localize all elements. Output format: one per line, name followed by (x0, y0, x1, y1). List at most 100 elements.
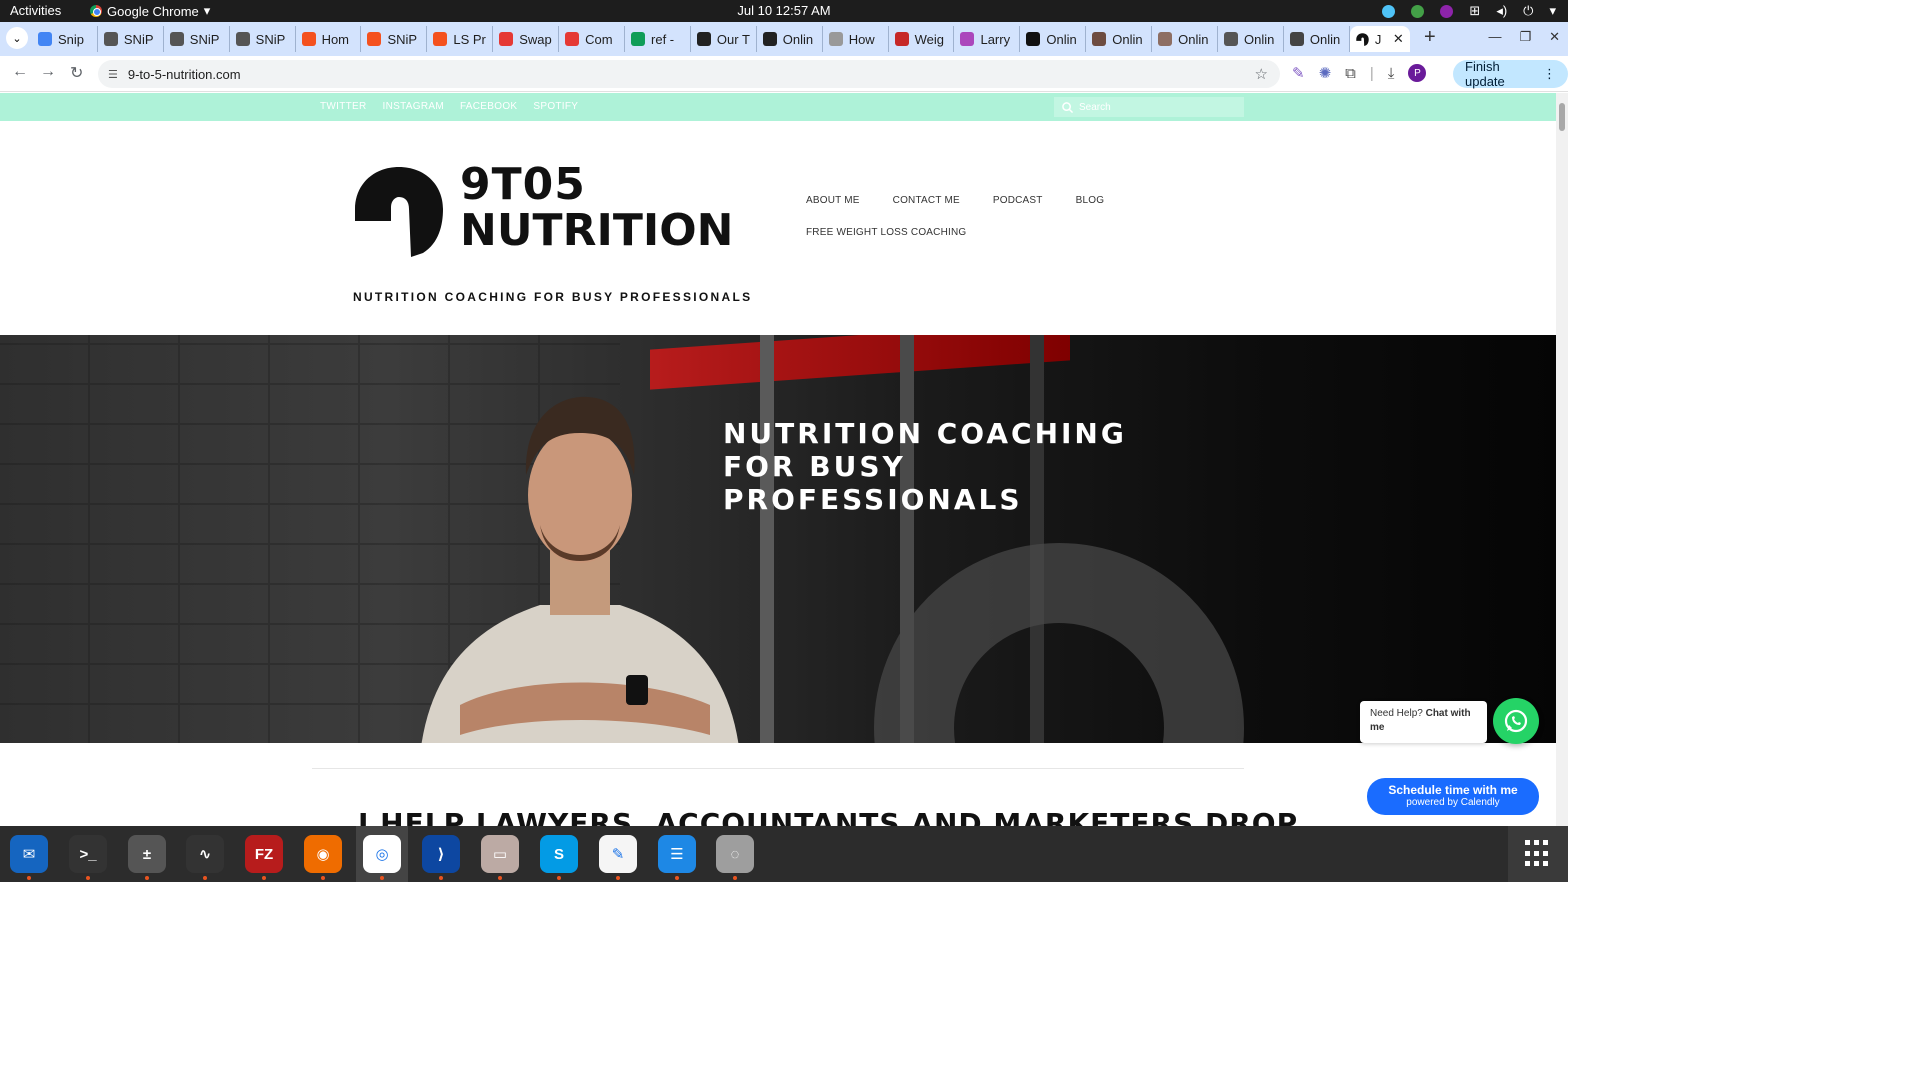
top-strip: TWITTER INSTAGRAM FACEBOOK SPOTIFY Search (0, 93, 1556, 121)
clock[interactable]: Jul 10 12:57 AM (0, 3, 1568, 18)
site-info-icon[interactable]: ☰ (108, 68, 118, 81)
tab-favicon-icon (38, 32, 52, 46)
firefox-icon[interactable]: ◉ (304, 835, 342, 880)
running-indicator (262, 876, 266, 880)
browser-tab[interactable]: Swap (493, 26, 560, 52)
restore-icon[interactable]: ❐ (1519, 29, 1531, 45)
social-link-facebook[interactable]: FACEBOOK (460, 101, 517, 112)
social-link-twitter[interactable]: TWITTER (320, 101, 367, 112)
browser-tab[interactable]: Weig (889, 26, 955, 52)
filezilla-icon[interactable]: FZ (245, 835, 283, 880)
chrome-icon[interactable]: ◎ (363, 835, 401, 880)
browser-tab[interactable]: LS Pr (427, 26, 494, 52)
gear-extension-icon[interactable]: ✺ (1319, 64, 1332, 82)
site-logo-mark[interactable] (353, 165, 445, 257)
browser-tab[interactable]: Onlin (1152, 26, 1219, 52)
nav-link-contact-me[interactable]: CONTACT ME (893, 195, 960, 206)
sync-icon[interactable] (1382, 4, 1396, 18)
browser-tab[interactable]: Com (559, 26, 626, 52)
site-search-input[interactable]: Search (1054, 97, 1244, 117)
check-icon[interactable] (1411, 4, 1425, 18)
browser-tab[interactable]: Snip (32, 26, 98, 52)
minimize-icon[interactable]: — (1488, 29, 1501, 45)
vscode-icon[interactable]: ⟩ (422, 835, 460, 880)
skype-icon[interactable]: S (540, 835, 578, 880)
chat-prefix: Need Help? (1370, 708, 1423, 719)
calendly-subtitle: powered by Calendly (1406, 797, 1500, 808)
calendly-button[interactable]: Schedule time with me powered by Calendl… (1367, 778, 1539, 815)
whatsapp-button[interactable] (1493, 698, 1539, 744)
browser-tab[interactable]: SNiP (230, 26, 296, 52)
running-indicator (616, 876, 620, 880)
browser-tab[interactable]: Onlin (757, 26, 823, 52)
tab-label: Snip (58, 31, 85, 47)
browser-tab-active[interactable]: J ✕ (1349, 26, 1410, 52)
disk-icon[interactable]: ◌ (716, 835, 754, 880)
avatar[interactable]: P (1408, 64, 1427, 82)
back-icon[interactable]: ← (12, 63, 28, 81)
caret-down-icon[interactable]: ▾ (1549, 3, 1556, 19)
tab-favicon-icon (1026, 32, 1041, 46)
window-controls: — ❐ ✕ (1488, 29, 1560, 45)
browser-tab[interactable]: Hom (296, 26, 362, 52)
system-monitor-icon[interactable]: ∿ (186, 835, 224, 880)
tab-search-button[interactable]: ⌄ (6, 27, 28, 49)
system-tray[interactable]: ⊞ ◂) ⏻ ▾ (1382, 3, 1556, 19)
browser-tab[interactable]: Onlin (1020, 26, 1087, 52)
grid-dot (1525, 840, 1530, 845)
browser-tab[interactable]: SNiP (98, 26, 164, 52)
social-links: TWITTER INSTAGRAM FACEBOOK SPOTIFY (320, 101, 578, 112)
browser-tab[interactable]: Onlin (1218, 26, 1284, 52)
files-icon[interactable]: ▭ (481, 835, 519, 880)
nav-link-free-weight-loss-coaching[interactable]: FREE WEIGHT LOSS COACHING (806, 227, 966, 238)
running-indicator (145, 876, 149, 880)
tab-label: How (848, 31, 875, 47)
text-editor-icon[interactable]: ✎ (599, 835, 637, 880)
browser-tab[interactable]: Our T (691, 26, 757, 52)
terminal-icon[interactable]: >_ (69, 835, 107, 880)
browser-tab[interactable]: Onlin (1284, 26, 1350, 52)
new-tab-button[interactable]: + (1424, 26, 1436, 49)
pen-extension-icon[interactable]: ✎ (1292, 64, 1305, 82)
close-tab-icon[interactable]: ✕ (1393, 31, 1404, 47)
power-icon[interactable]: ⏻ (1523, 3, 1533, 19)
coach-photo (421, 396, 739, 743)
chevron-down-icon: ⌄ (12, 32, 22, 45)
forward-icon[interactable]: → (40, 63, 56, 81)
address-bar[interactable]: ☰ 9-to-5-nutrition.com ☆ (98, 60, 1280, 88)
extensions-icon[interactable]: ⧉ (1345, 65, 1356, 82)
close-icon[interactable]: ✕ (1549, 29, 1560, 45)
finish-update-button[interactable]: Finish update ⋮ (1453, 59, 1568, 89)
calculator-icon[interactable]: ± (128, 835, 166, 880)
tab-favicon-icon (103, 32, 118, 46)
writer-icon[interactable]: ☰ (658, 835, 696, 880)
url-text[interactable]: 9-to-5-nutrition.com (128, 67, 241, 82)
browser-tab[interactable]: Larry (954, 26, 1021, 52)
thunderbird-icon[interactable]: ✉ (10, 835, 48, 880)
social-link-instagram[interactable]: INSTAGRAM (383, 101, 444, 112)
browser-tab[interactable]: How (823, 26, 889, 52)
extension-tray-icon[interactable] (1440, 4, 1454, 18)
hero-line: NUTRITION COACHING (723, 417, 1127, 450)
browser-tab[interactable]: SNiP (361, 26, 428, 52)
download-icon[interactable]: ⤓ (1388, 65, 1395, 82)
site-logo-text[interactable]: 9T05 NUTRITION (460, 163, 733, 253)
social-link-spotify[interactable]: SPOTIFY (533, 101, 578, 112)
chat-bubble[interactable]: Need Help? Chat with me (1360, 701, 1487, 743)
volume-icon[interactable]: ◂) (1496, 3, 1507, 19)
network-icon[interactable]: ⊞ (1469, 3, 1480, 19)
scrollbar-thumb[interactable] (1559, 103, 1565, 131)
tab-label: ref - (651, 31, 675, 47)
nav-link-blog[interactable]: BLOG (1076, 195, 1105, 206)
browser-tab[interactable]: SNiP (164, 26, 230, 52)
show-apps-button[interactable] (1508, 826, 1568, 882)
page-scrollbar[interactable] (1556, 93, 1568, 826)
grid-dot (1543, 850, 1548, 856)
nav-link-about-me[interactable]: ABOUT ME (806, 195, 860, 206)
running-indicator (380, 876, 384, 880)
browser-tab[interactable]: Onlin (1086, 26, 1153, 52)
bookmark-star-icon[interactable]: ☆ (1255, 65, 1268, 83)
reload-icon[interactable]: ↻ (70, 63, 83, 83)
nav-link-podcast[interactable]: PODCAST (993, 195, 1043, 206)
browser-tab[interactable]: ref - (625, 26, 691, 52)
